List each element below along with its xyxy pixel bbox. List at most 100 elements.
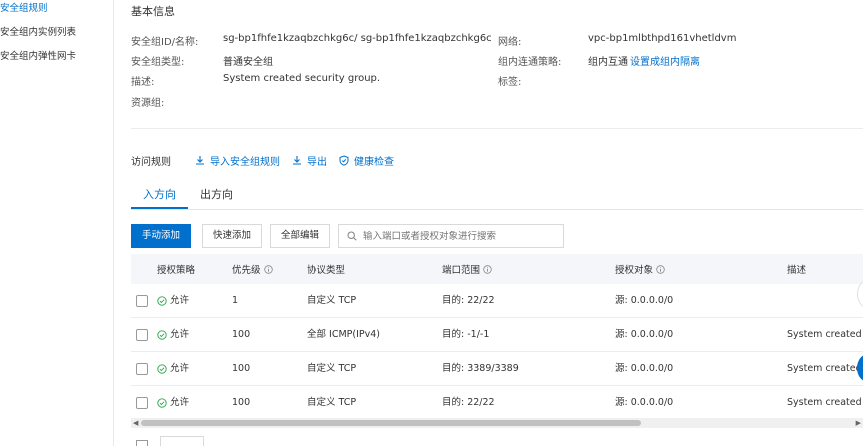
priority-value: 100 [232, 397, 251, 408]
search-input[interactable] [363, 230, 554, 242]
source-value: 源: 0.0.0.0/0 [615, 329, 674, 340]
sg-id-value: sg-bp1fhfe1kzaqbzchkg6c/ sg-bp1fhfe1kzaq… [223, 33, 492, 44]
col-protocol: 协议类型 [307, 265, 346, 276]
table-horizontal-scrollbar[interactable]: ◀ ▶ [131, 418, 863, 428]
desc-value: System created security group. [223, 73, 381, 84]
basic-info-title: 基本信息 [131, 5, 175, 18]
check-circle-icon [157, 398, 167, 408]
allow-cell: 允许 [157, 318, 189, 352]
policy-value: 组内互通 [588, 57, 628, 68]
select-all-checkbox[interactable] [136, 440, 148, 446]
row-checkbox[interactable] [136, 363, 148, 375]
resource-group-label: 资源组: [131, 98, 165, 109]
edit-all-button[interactable]: 全部编辑 [270, 224, 331, 248]
priority-value: 1 [232, 295, 239, 306]
import-rules-button[interactable]: 导入安全组规则 [195, 153, 280, 168]
check-circle-icon [157, 364, 167, 374]
port-value: 目的: 3389/3389 [442, 363, 519, 374]
search-box [338, 224, 565, 248]
protocol-value: 自定义 TCP [307, 295, 357, 306]
priority-value: 100 [232, 329, 251, 340]
allow-cell: 允许 [157, 284, 189, 318]
health-check-button[interactable]: 健康检查 [339, 153, 394, 168]
col-policy: 授权策略 [157, 265, 196, 276]
priority-value: 100 [232, 363, 251, 374]
quick-add-button[interactable]: 快速添加 [202, 224, 263, 248]
col-port: 端口范围 [442, 262, 492, 276]
export-button[interactable]: 导出 [292, 153, 327, 168]
health-check-label: 健康检查 [354, 156, 394, 168]
network-label: 网络: [498, 37, 522, 48]
col-priority: 优先级 [232, 262, 273, 276]
info-icon[interactable] [656, 264, 665, 274]
info-icon[interactable] [263, 264, 273, 274]
source-value: 源: 0.0.0.0/0 [615, 397, 674, 408]
protocol-value: 全部 ICMP(IPv4) [307, 329, 380, 340]
desc-value: System created ru [787, 363, 863, 374]
import-rules-label: 导入安全组规则 [210, 156, 280, 168]
policy-value: 允许 [170, 397, 190, 408]
direction-tabs: 入方向 出方向 [131, 182, 863, 210]
rules-table: 授权策略 优先级 协议类型 端口范围 授权对象 描述 允许 1 自定义 TCP … [131, 254, 863, 420]
check-circle-icon [157, 296, 167, 306]
section-divider [131, 128, 863, 129]
protocol-value: 自定义 TCP [307, 397, 357, 408]
main-content: 基本信息 安全组ID/名称: sg-bp1fhfe1kzaqbzchkg6c/ … [131, 0, 863, 446]
network-value: vpc-bp1mlbthpd161vhetldvm [588, 33, 737, 44]
batch-action-button[interactable] [160, 436, 204, 446]
tab-inbound[interactable]: 入方向 [131, 182, 188, 209]
sidebar-item-instances[interactable]: 安全组内实例列表 [0, 24, 113, 48]
source-value: 源: 0.0.0.0/0 [615, 295, 674, 306]
source-value: 源: 0.0.0.0/0 [615, 363, 674, 374]
protocol-value: 自定义 TCP [307, 363, 357, 374]
allow-cell: 允许 [157, 386, 189, 420]
table-row: 允许 1 自定义 TCP 目的: 22/22 源: 0.0.0.0/0 [131, 284, 863, 318]
row-checkbox[interactable] [136, 397, 148, 409]
policy-value: 允许 [170, 295, 190, 306]
sidebar-item-eni[interactable]: 安全组内弹性网卡 [0, 48, 113, 72]
allow-cell: 允许 [157, 352, 189, 386]
col-desc: 描述 [787, 265, 807, 276]
row-checkbox[interactable] [136, 329, 148, 341]
info-icon[interactable] [483, 264, 492, 274]
policy-value: 允许 [170, 329, 190, 340]
sg-id-label: 安全组ID/名称: [131, 37, 199, 48]
desc-value: System created ru [787, 329, 863, 340]
desc-value: System created rule [787, 397, 863, 408]
table-row: 允许 100 自定义 TCP 目的: 22/22 源: 0.0.0.0/0 Sy… [131, 386, 863, 420]
rules-title: 访问规则 [131, 156, 171, 168]
col-port-label: 端口范围 [442, 265, 481, 276]
rules-toolbar: 手动添加 快速添加 全部编辑 [131, 224, 565, 248]
desc-label: 描述: [131, 77, 155, 88]
sidebar: 安全组规则 安全组内实例列表 安全组内弹性网卡 [0, 0, 114, 446]
col-priority-label: 优先级 [232, 265, 261, 276]
import-icon [196, 156, 204, 165]
check-circle-icon [157, 330, 167, 340]
tab-outbound[interactable]: 出方向 [188, 182, 245, 209]
col-source-label: 授权对象 [615, 265, 654, 276]
sidebar-item-rules[interactable]: 安全组规则 [0, 0, 113, 24]
tags-label: 标签: [498, 77, 522, 88]
port-value: 目的: 22/22 [442, 397, 495, 408]
search-icon [347, 231, 357, 241]
scrollbar-thumb[interactable] [141, 420, 641, 426]
sg-type-value: 普通安全组 [223, 57, 273, 68]
rules-header: 访问规则 导入安全组规则 导出 健康检查 [131, 152, 406, 168]
port-value: 目的: 22/22 [442, 295, 495, 306]
col-source: 授权对象 [615, 262, 665, 276]
policy-label: 组内连通策略: [498, 57, 562, 68]
scroll-right-icon[interactable]: ▶ [856, 419, 861, 427]
export-label: 导出 [307, 156, 327, 168]
sg-type-label: 安全组类型: [131, 57, 185, 68]
table-row: 允许 100 自定义 TCP 目的: 3389/3389 源: 0.0.0.0/… [131, 352, 863, 386]
set-isolation-link[interactable]: 设置成组内隔离 [630, 53, 700, 68]
scroll-left-icon[interactable]: ◀ [133, 419, 138, 427]
table-header: 授权策略 优先级 协议类型 端口范围 授权对象 描述 [131, 254, 863, 284]
row-checkbox[interactable] [136, 295, 148, 307]
shield-icon [339, 154, 349, 166]
policy-value: 允许 [170, 363, 190, 374]
table-row: 允许 100 全部 ICMP(IPv4) 目的: -1/-1 源: 0.0.0.… [131, 318, 863, 352]
port-value: 目的: -1/-1 [442, 329, 490, 340]
export-icon [293, 156, 301, 165]
manual-add-button[interactable]: 手动添加 [131, 224, 192, 248]
